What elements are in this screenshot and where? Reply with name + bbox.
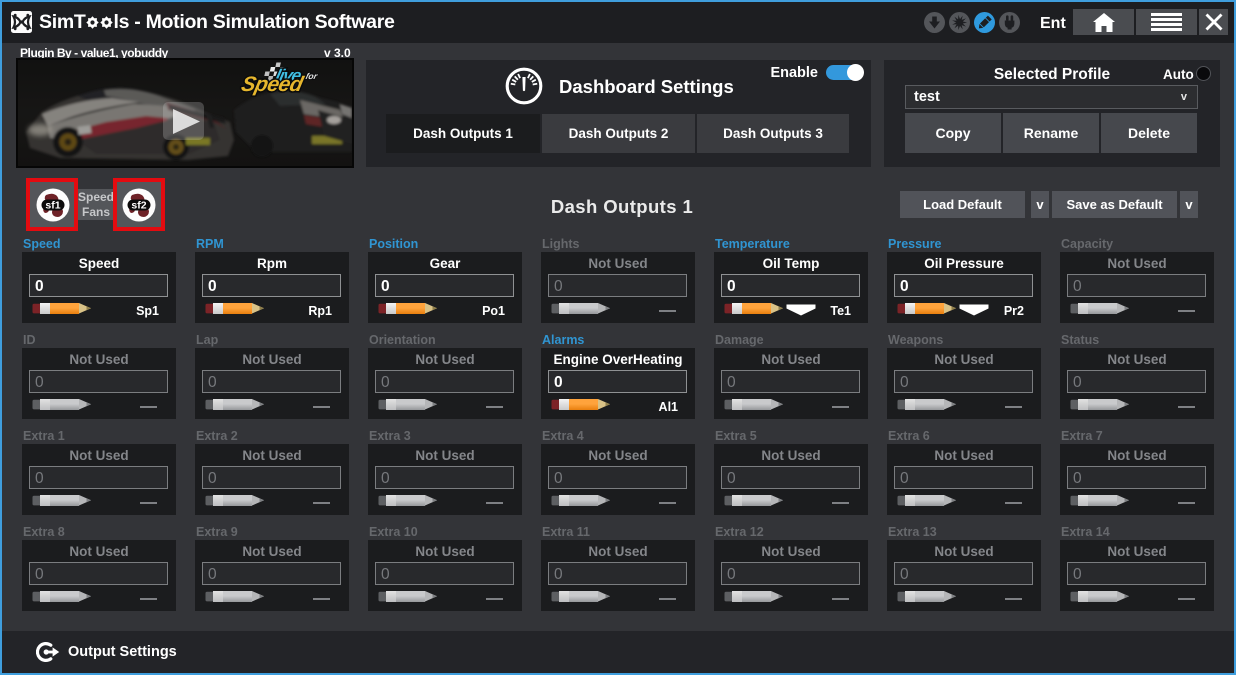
svg-text:Speed: Speed [239, 72, 306, 96]
